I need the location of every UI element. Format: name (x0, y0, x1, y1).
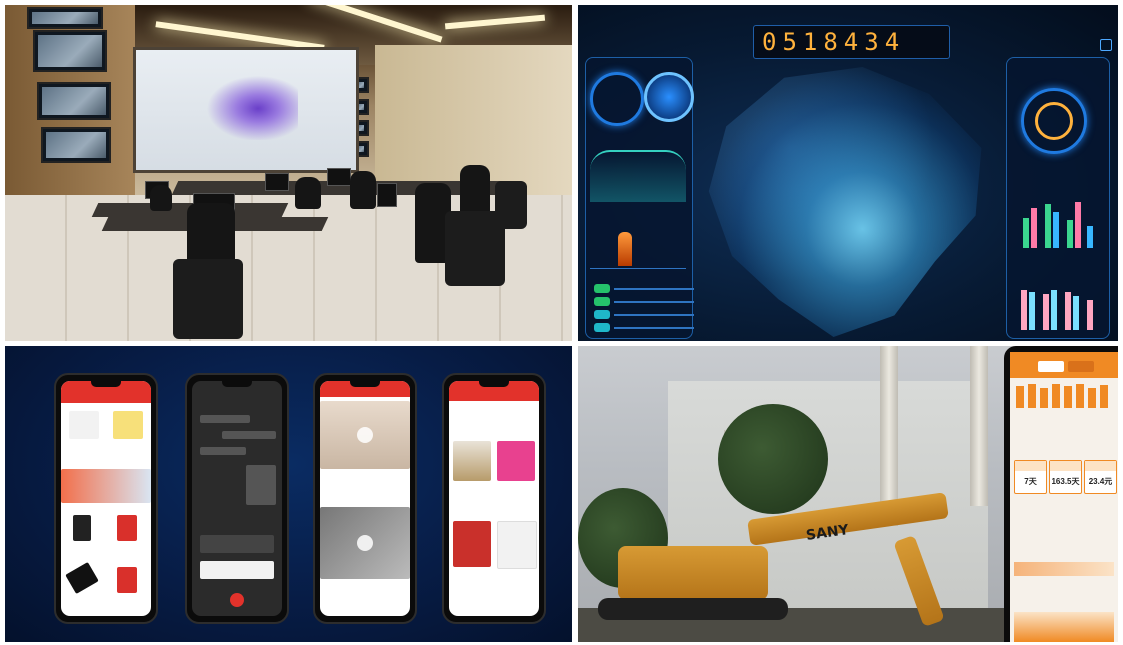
phone-equipment-app: 7天 163.5天 23.4元 (1004, 346, 1118, 642)
chat-bubble (200, 447, 246, 455)
operator (295, 177, 321, 209)
product-tile[interactable] (117, 567, 137, 593)
phone-screen: 7天 163.5天 23.4元 (1010, 352, 1118, 642)
product-tile[interactable] (113, 411, 143, 439)
list-item (594, 323, 694, 333)
list-item (594, 297, 694, 307)
right-stats-panel (1006, 57, 1110, 339)
wall-monitor (27, 7, 103, 29)
total-counter: 0518434 (753, 25, 950, 59)
stat-label (1015, 461, 1046, 471)
office-chair (495, 181, 527, 229)
phone-notch (91, 381, 121, 387)
play-icon[interactable] (357, 427, 373, 443)
video-thumbnail[interactable] (320, 507, 410, 579)
mobile-app-showcase (5, 346, 572, 642)
excavator-tracks (598, 598, 788, 620)
counter-value: 0518434 (762, 28, 906, 56)
video-wall-map (198, 70, 298, 140)
stat-label (1050, 461, 1081, 471)
wall-monitor (33, 30, 107, 72)
left-stats-panel (585, 57, 694, 339)
fullscreen-icon[interactable] (1100, 39, 1112, 51)
phone-video-feed (313, 373, 417, 624)
phone-notch (350, 381, 380, 387)
phone-chat-assistant (185, 373, 289, 624)
stat-value: 7天 (1024, 477, 1037, 486)
app-tabs (1010, 352, 1118, 378)
phone-screen (192, 381, 282, 616)
tab-inactive[interactable] (1068, 361, 1094, 372)
bar-chart (1014, 382, 1114, 408)
chimney (970, 346, 988, 506)
product-tile[interactable] (453, 441, 491, 481)
bar-chart (1015, 288, 1101, 330)
tree (718, 404, 828, 514)
phone-product-catalog (54, 373, 158, 624)
chat-bubble (200, 561, 274, 579)
desk-monitor (377, 183, 397, 207)
product-tile[interactable] (69, 411, 99, 439)
gauge-ring (1035, 102, 1073, 140)
china-heat-map (708, 67, 982, 337)
area-chart (1014, 612, 1114, 642)
product-tile[interactable] (453, 521, 491, 567)
stat-card: 7天 (1014, 460, 1047, 494)
control-room-photo (5, 5, 572, 341)
stat-label (1085, 461, 1116, 471)
excavator-photo: SANY 7天 163.5天 23.4元 (578, 346, 1118, 642)
phone-merch-store (442, 373, 546, 624)
wall-monitor (37, 82, 111, 120)
tab-active[interactable] (1038, 361, 1064, 372)
gauge-ring (590, 72, 644, 126)
stat-value: 23.4元 (1088, 477, 1113, 486)
chat-bubble (222, 431, 276, 439)
stat-value: 163.5天 (1051, 477, 1080, 486)
chat-bubble (246, 465, 276, 505)
operator (150, 185, 172, 211)
video-wall (133, 47, 359, 173)
product-tile[interactable] (117, 515, 137, 541)
operator (187, 203, 235, 263)
product-tile[interactable] (73, 515, 91, 541)
office-chair (173, 259, 243, 339)
quick-actions[interactable] (200, 535, 274, 553)
timeline-bar (1014, 562, 1114, 576)
excavator-cab (618, 546, 768, 600)
peak-area (618, 232, 632, 266)
product-tile[interactable] (497, 441, 535, 481)
line-chart (590, 228, 686, 269)
desk-monitor (265, 173, 289, 191)
wall-monitor (41, 127, 111, 163)
gauge-ring (644, 72, 694, 122)
bar-chart (1015, 188, 1101, 248)
product-tile[interactable] (65, 561, 99, 595)
operator (350, 171, 376, 209)
microphone-button[interactable] (230, 593, 244, 607)
video-thumbnail[interactable] (320, 401, 410, 469)
list-item (594, 310, 694, 320)
phone-screen (320, 381, 410, 616)
stat-card: 163.5天 (1049, 460, 1082, 494)
phone-notch (222, 381, 252, 387)
data-dashboard: 0518434 (578, 5, 1118, 341)
play-icon[interactable] (357, 535, 373, 551)
phone-screen (61, 381, 151, 616)
product-tile[interactable] (497, 521, 537, 569)
desk-monitor (327, 168, 351, 186)
phone-screen (449, 381, 539, 616)
list-item (594, 284, 694, 294)
phone-notch (479, 381, 509, 387)
area-chart (590, 150, 686, 202)
stat-card: 23.4元 (1084, 460, 1117, 494)
chat-bubble (200, 415, 250, 423)
promo-banner[interactable] (61, 469, 151, 503)
